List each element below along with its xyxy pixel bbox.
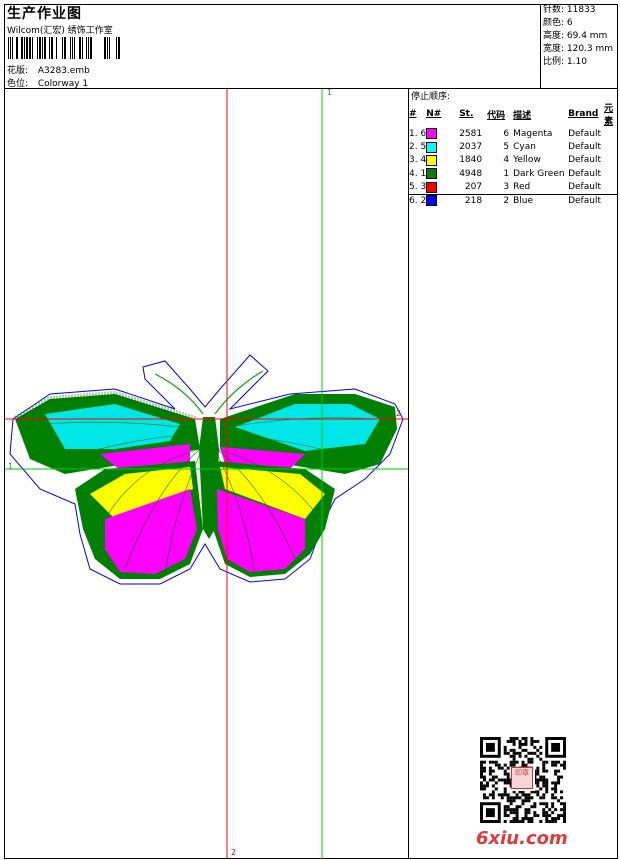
seq-cell: 1. 6 (409, 128, 427, 139)
col-header-code: 代码 (487, 110, 506, 121)
desc-cell: Cyan (513, 142, 536, 153)
seq-cell: 3. 4 (409, 155, 427, 166)
element-cell (604, 154, 620, 167)
swatch-cell (426, 194, 459, 207)
page-title: 生产作业图 (7, 6, 82, 22)
brand-cell: Default (568, 168, 601, 179)
design-width: 宽度: 120.3 mm (543, 44, 614, 54)
color-swatch (426, 128, 438, 140)
code-cell: 5 (503, 142, 510, 153)
seq-cell: 6. 2 (409, 195, 427, 206)
swatch-cell (426, 154, 459, 167)
table-row: 1. 6 2581 6 Magenta Default (409, 127, 620, 140)
stitches-cell: 207 (464, 182, 483, 193)
element-cell (604, 140, 620, 153)
color-sequence-table: # N# St. 代码 描述 Brand 元素 1. 6 2581 6 Magenta… (409, 101, 620, 207)
desc-cell: Dark Green (513, 168, 565, 179)
left-hindwing (75, 461, 203, 579)
desc-cell: Red (513, 182, 531, 193)
col-header-stitches: St. (459, 109, 474, 119)
watermark-logo: 6xiu.com (476, 828, 568, 849)
code-cell: 6 (503, 128, 510, 139)
seal-stamp: 印章 (511, 767, 535, 791)
red-guide-label-bottom: 2 (231, 848, 237, 857)
stitches-cell: 2581 (459, 128, 483, 139)
swatch-cell (426, 140, 459, 153)
design-file-label: 花版: (7, 66, 29, 76)
seal-text: 印章 (511, 767, 533, 789)
brand-cell: Default (568, 128, 601, 139)
design-file-value: A3283.emb (37, 66, 90, 76)
desc-cell: Yellow (513, 155, 541, 166)
right-forewing (220, 394, 397, 474)
desc-cell: Blue (513, 195, 534, 206)
swatch-cell (426, 127, 459, 140)
col-header-element: 元素 (604, 104, 614, 127)
stats-panel: 针数: 11833 颜色: 6 高度: 69.4 mm 宽度: 120.3 mm… (540, 4, 618, 88)
seq-cell: 2. 5 (409, 142, 427, 153)
company-name: Wilcom(汇宏) 绣饰工作室 (7, 26, 113, 36)
code-cell: 1 (503, 168, 510, 179)
green-guide-label-left: 1 (8, 462, 14, 471)
desc-cell: Magenta (513, 128, 553, 139)
design-scale: 比例: 1.10 (543, 57, 587, 67)
code-cell: 4 (503, 155, 510, 166)
color-swatch (426, 181, 438, 193)
color-count: 颜色: 6 (543, 18, 573, 28)
element-cell (604, 181, 620, 194)
red-guide-label-right: 2 (396, 409, 402, 418)
element-cell (604, 194, 620, 207)
stitches-cell: 2037 (459, 142, 483, 153)
right-hindwing (213, 461, 335, 577)
table-row: 4. 1 4948 1 Dark Green Default (409, 167, 620, 180)
brand-cell: Default (568, 155, 601, 166)
brand-cell: Default (568, 182, 601, 193)
element-cell (604, 167, 620, 180)
color-swatch (426, 168, 438, 180)
col-header-desc: 描述 (513, 110, 532, 121)
code-cell: 2 (503, 195, 510, 206)
table-row: 3. 4 1840 4 Yellow Default (409, 154, 620, 167)
table-row: 2. 5 2037 5 Cyan Default (409, 140, 620, 153)
green-guide-label-top: 1 (327, 88, 333, 97)
barcode (8, 37, 120, 59)
code-cell: 3 (503, 182, 510, 193)
swatch-cell (426, 181, 459, 194)
stitches-cell: 218 (464, 195, 483, 206)
stitch-count: 针数: 11833 (543, 5, 596, 15)
table-header-row: # N# St. 代码 描述 Brand 元素 (409, 101, 620, 127)
design-file-row: 花版: A3283.emb (7, 63, 90, 76)
col-header-seq: # (409, 109, 417, 119)
color-swatch (426, 141, 438, 153)
col-header-needle: N# (426, 109, 442, 119)
color-swatch (426, 154, 438, 166)
stitches-cell: 4948 (459, 168, 483, 179)
brand-cell: Default (568, 195, 601, 206)
embroidery-design-canvas (5, 89, 408, 859)
swatch-cell (426, 167, 459, 180)
element-cell (604, 127, 620, 140)
brand-cell: Default (568, 142, 601, 153)
table-row: 5. 3 207 3 Red Default (409, 181, 620, 194)
stitches-cell: 1840 (459, 155, 483, 166)
color-swatch (426, 195, 438, 207)
seq-cell: 4. 1 (409, 168, 427, 179)
table-row: 6. 2 218 2 Blue Default (409, 194, 620, 207)
seq-cell: 5. 3 (409, 182, 427, 193)
design-height: 高度: 69.4 mm (543, 31, 608, 41)
col-header-brand: Brand (568, 109, 599, 119)
